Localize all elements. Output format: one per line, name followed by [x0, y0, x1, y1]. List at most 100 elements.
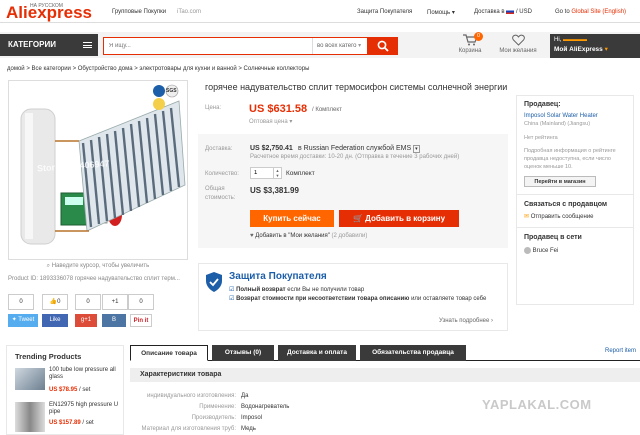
go-to-store-button[interactable]: Перейти в магазин [524, 176, 596, 187]
divider [517, 227, 633, 228]
price-unit: / Комплект [312, 107, 342, 113]
tab-description[interactable]: Описание товара [130, 345, 208, 361]
russia-flag-icon [506, 9, 515, 14]
thumbs-up-icon: 👍 [49, 299, 58, 305]
chevron-down-icon: ▾ [604, 46, 608, 53]
description-tabs: Описание товара Отзывы (0) Доставка и оп… [130, 345, 640, 361]
search-scope-select[interactable]: во всех катего ▾ [312, 38, 367, 54]
attr-value: Медь [241, 426, 256, 432]
global-site-link[interactable]: Go to Global Site (English) [555, 9, 626, 15]
vk-button[interactable]: B [102, 314, 126, 327]
price-label: Цена: [205, 105, 222, 111]
envelope-icon: ✉ [524, 214, 530, 220]
seller-panel: Продавец: Imposol Solar Water Heater Chi… [516, 95, 634, 305]
search-button[interactable] [368, 37, 398, 55]
buyer-protection-box: Защита Покупателя ☑ Полный возврат если … [198, 263, 508, 331]
tab-shipping-payment[interactable]: Доставка и оплата [278, 345, 356, 361]
trending-item-image[interactable] [15, 368, 45, 390]
heart-icon: ♥ [250, 233, 254, 239]
facebook-like-button[interactable]: Like [42, 314, 68, 327]
zoom-hint: ⌕ Наведите курсор, чтобы увеличить [46, 263, 150, 269]
group-buying-link[interactable]: Групповые Покупки [112, 9, 166, 15]
add-to-wishlist-link[interactable]: ♥ Добавить в "Мои желания" (2 добавили) [250, 233, 367, 239]
shipping-method-select[interactable]: в Russian Federation службой EMS ▾ [298, 145, 420, 153]
search-icon [377, 40, 389, 52]
tab-reviews[interactable]: Отзывы (0) [212, 345, 274, 361]
my-aliexpress-menu[interactable]: Hi, ▬▬▬▬ Мой AliExpress ▾ [550, 34, 640, 58]
menu-icon [83, 42, 92, 48]
send-message-link[interactable]: ✉ Отправить сообщение [524, 213, 626, 220]
wishlist-button[interactable]: Мои желания [492, 34, 544, 54]
chevron-down-icon: ▾ [289, 119, 293, 125]
attr-key: индивидуального изготовления: [146, 393, 236, 399]
quantity-input[interactable] [251, 168, 273, 178]
categories-button[interactable]: КАТЕГОРИИ [0, 34, 98, 56]
total-label-2: стоимость: [205, 195, 236, 201]
trending-item-price: US $157.89 / set [49, 420, 94, 426]
gplus-count: 0 [75, 294, 101, 310]
delivery-time: Расчетное время доставки: 10-20 дн. (Отп… [250, 154, 460, 160]
quantity-stepper[interactable]: ▲▼ [250, 167, 282, 179]
seller-heading: Продавец: [524, 101, 561, 108]
product-title: горячее надувательство сплит термосифон … [205, 82, 508, 92]
username-masked: ▬▬▬▬ [563, 37, 588, 43]
check-icon: ☑ [229, 296, 235, 302]
trending-item-image[interactable] [15, 402, 45, 432]
plusone-count: +1 [102, 294, 128, 310]
add-to-cart-button[interactable]: 🛒 Добавить в корзину [339, 210, 459, 227]
wholesale-price-link[interactable]: Оптовая цена ▾ [249, 118, 292, 125]
gplus-button[interactable]: g+1 [75, 314, 97, 327]
tab-seller-guarantees[interactable]: Обязательства продавца [360, 345, 466, 361]
cart-icon: 🛒 [352, 214, 363, 223]
chevron-down-icon: ▾ [413, 145, 420, 153]
protection-more-link[interactable]: Узнать подробнее › [439, 318, 493, 324]
buy-now-button[interactable]: Купить сейчас [250, 210, 334, 227]
pinterest-button[interactable]: Pin it [130, 314, 152, 327]
vk-like-count[interactable]: 👍0 [42, 294, 68, 310]
help-menu[interactable]: Помощь ▾ [427, 9, 455, 16]
search-input[interactable] [104, 38, 309, 54]
basket-button[interactable]: 0 Корзина [455, 32, 485, 54]
product-image[interactable]: SGS Store No. 406947 [8, 80, 188, 260]
seller-name-link[interactable]: Imposol Solar Water Heater [524, 113, 626, 119]
search-box: во всех катего ▾ [103, 37, 368, 55]
quantity-unit: Комплект [286, 170, 315, 177]
share-count: 0 [8, 294, 34, 310]
seller-rating: Нет рейтинга [524, 135, 558, 141]
tweet-button[interactable]: ✦ Tweet [8, 314, 38, 327]
report-item-link[interactable]: Report item [605, 348, 636, 354]
chevron-down-icon: ▾ [451, 10, 455, 16]
protection-title: Защита Покупателя [229, 271, 327, 282]
quantity-arrows[interactable]: ▲ ▼ [273, 168, 281, 178]
status-icon [524, 247, 531, 254]
itao-link[interactable]: iTao.com [177, 9, 201, 15]
heart-icon [511, 34, 525, 46]
trending-item-title[interactable]: 100 tube low pressure all glass [49, 367, 119, 381]
seller-rating-note: Подробная информация о рейтинге продавца… [524, 148, 616, 170]
online-contact[interactable]: Bruce Fei [524, 247, 626, 254]
divider [517, 194, 633, 195]
protection-item-mismatch: ☑ Возврат стоимости при несоответствии т… [229, 296, 487, 302]
check-icon: ☑ [229, 287, 235, 293]
site-watermark: YAPLAKAL.COM [482, 397, 592, 412]
attr-value: Imposol [241, 415, 263, 421]
logo-subtitle: НА РУССКОМ [30, 3, 63, 9]
header-divider [0, 22, 640, 23]
shipping-cost: US $2,750.41 [250, 145, 293, 152]
protection-item-refund: ☑ Полный возврат если Вы не получили тов… [229, 287, 365, 293]
buyer-protection-link[interactable]: Защита Покупателя [357, 9, 412, 15]
attr-key: Производитель: [191, 415, 236, 421]
price-value: US $631.58 [249, 103, 308, 115]
attr-value: Водонагреватель [241, 404, 290, 410]
trending-heading: Trending Products [15, 352, 82, 361]
vk-share-count: 0 [128, 294, 154, 310]
attr-key: Применение: [199, 404, 236, 410]
total-price: US $3,381.99 [250, 186, 299, 195]
ship-to-menu[interactable]: Доставка в / USD [474, 9, 532, 15]
breadcrumb[interactable]: домой > Все категории > Обустройство дом… [7, 66, 309, 72]
seller-location: China (Mainland) (Jiangsu) [524, 121, 591, 127]
total-label-1: Общая [205, 186, 225, 192]
chevron-down-icon: ▾ [358, 43, 362, 49]
trending-item-price: US $78.95 / set [49, 387, 91, 393]
trending-item-title[interactable]: EN12975 high pressure U pipe [49, 402, 119, 416]
